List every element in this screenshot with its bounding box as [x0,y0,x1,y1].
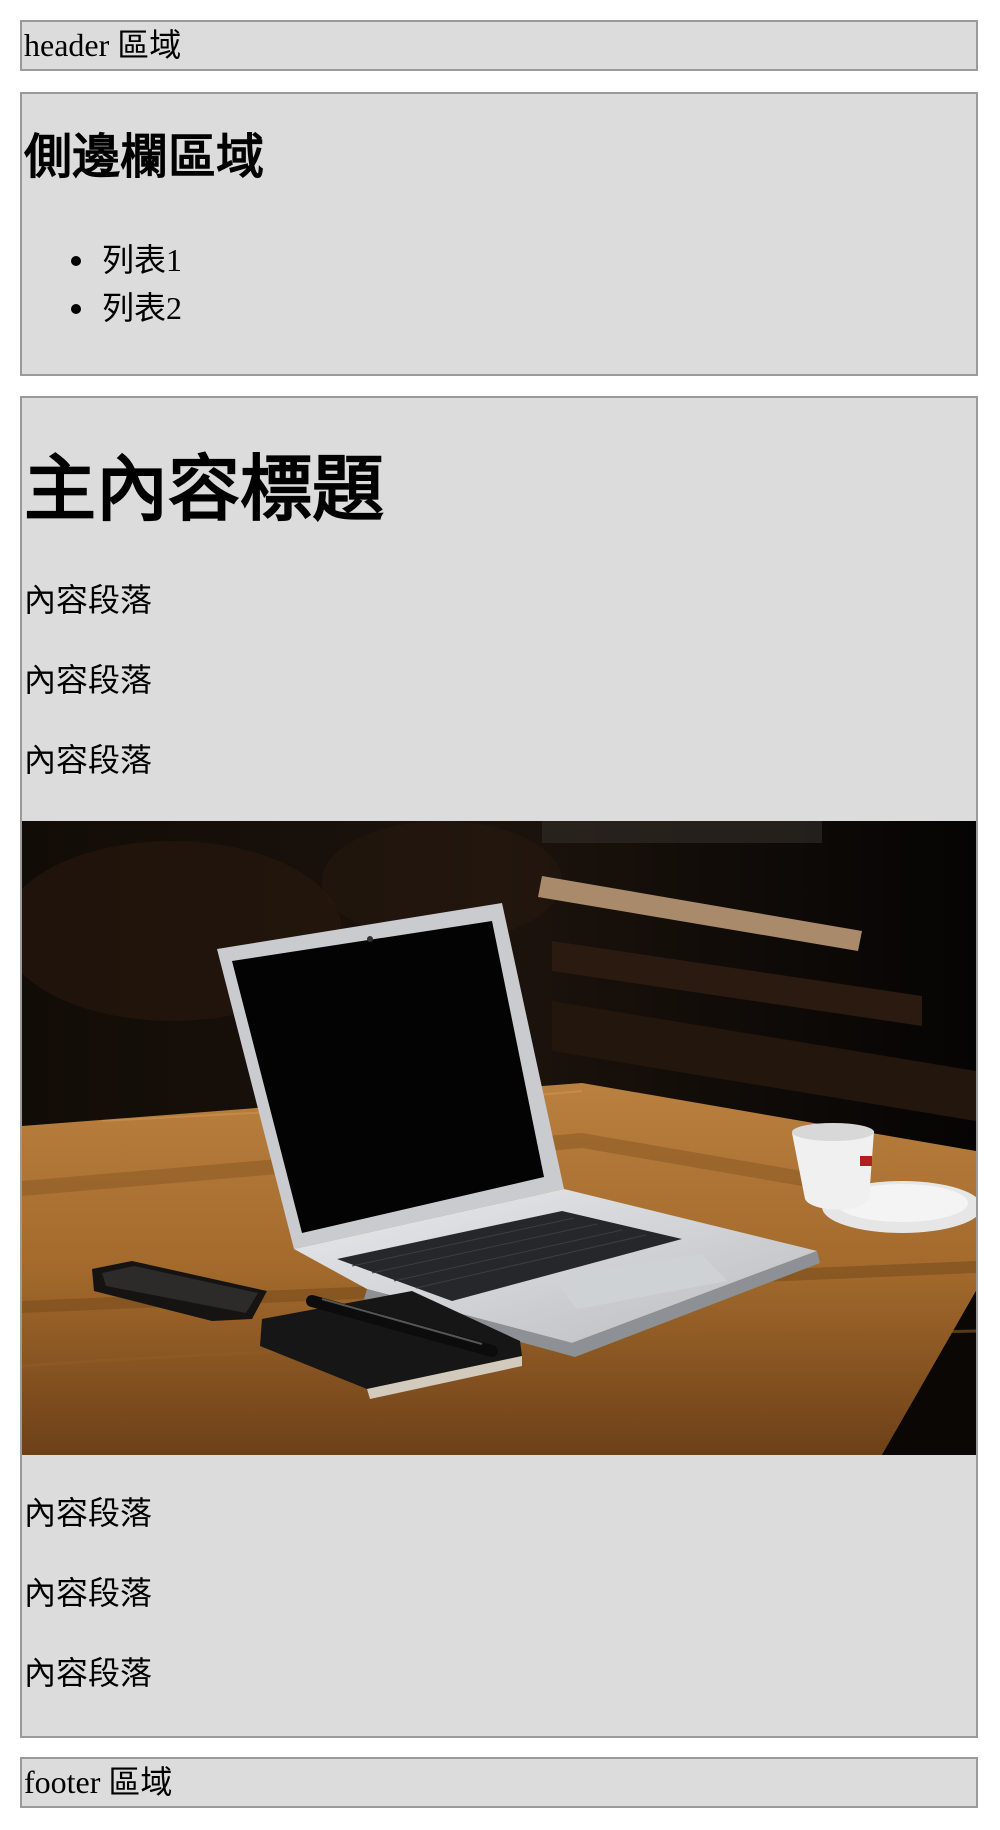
content-paragraph: 內容段落 [24,582,153,618]
sidebar-title: 側邊欄區域 [24,131,265,184]
page-footer: footer 區域 [20,1757,978,1808]
sidebar-list: 列表1 列表2 [22,244,182,340]
main-content: 主內容標題 內容段落 內容段落 內容段落 內容段落 內容段落 內容段落 [20,396,978,1738]
content-paragraph: 內容段落 [24,742,153,778]
bullet-icon [71,304,81,314]
page-header: header 區域 [20,20,978,71]
laptop-desk-photo [22,821,976,1455]
content-paragraph: 內容段落 [24,1655,153,1691]
sidebar: 側邊欄區域 列表1 列表2 [20,92,978,376]
main-title: 主內容標題 [24,450,385,530]
content-paragraph: 內容段落 [24,1495,153,1531]
sidebar-item-label: 列表1 [102,242,183,278]
header-label: header 區域 [24,27,182,63]
bullet-icon [71,256,81,266]
footer-label: footer 區域 [24,1764,173,1800]
sidebar-list-item: 列表2 [22,292,182,340]
sidebar-item-label: 列表2 [102,290,183,326]
content-paragraph: 內容段落 [24,662,153,698]
content-paragraph: 內容段落 [24,1575,153,1611]
sidebar-list-item: 列表1 [22,244,182,292]
